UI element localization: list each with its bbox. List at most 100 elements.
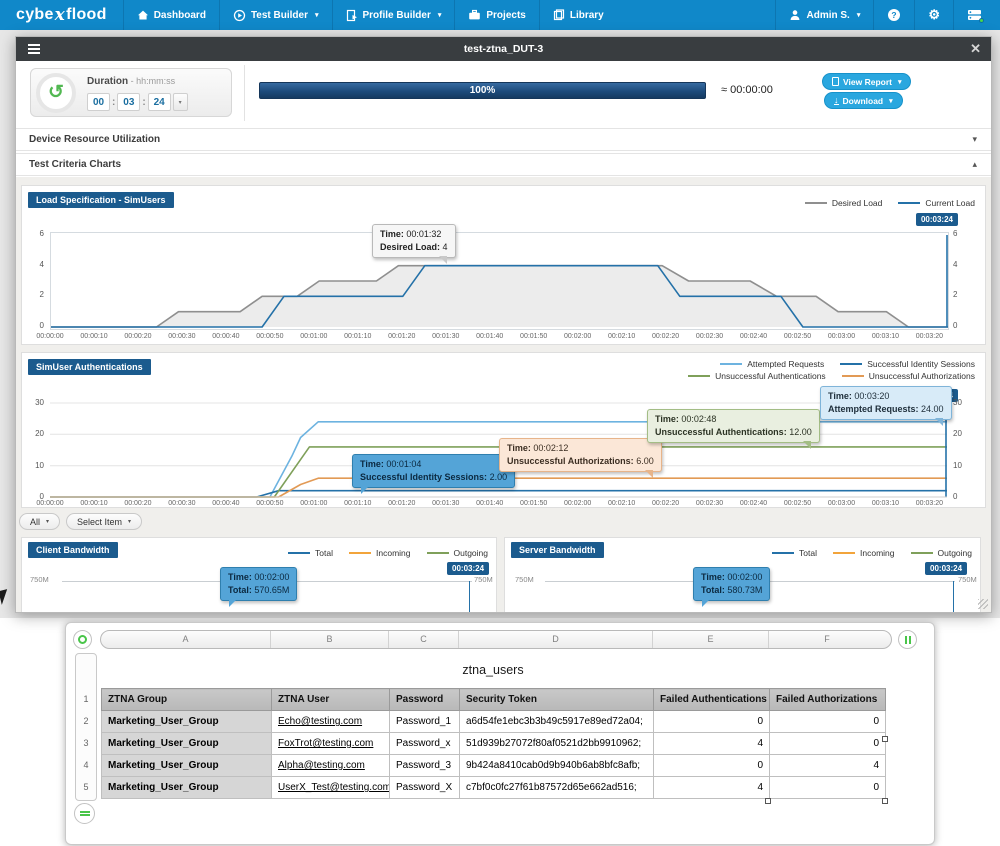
help-button[interactable]: ? [873,0,914,30]
row-number[interactable]: 2 [76,716,96,726]
server-status-icon [967,9,982,21]
download-button[interactable]: ↓ Download▾ [824,92,903,109]
settings-button[interactable]: ⚙ [914,0,953,30]
nav-item-library[interactable]: Library [539,0,617,30]
duration-ss-field[interactable]: 24 [148,93,171,111]
row-number[interactable]: 1 [76,694,96,704]
x-tick-label: 00:00:40 [212,333,239,340]
x-tick-label: 00:01:50 [520,500,547,507]
row-number[interactable]: 5 [76,782,96,792]
pause-button[interactable] [898,630,917,649]
tooltip-client-total: Time: 00:02:00 Total: 570.65M [220,567,297,601]
y-tick-label: 20 [953,429,973,438]
chevron-down-icon: ▾ [315,11,319,19]
chevron-up-icon: ▴ [972,159,977,170]
system-status-button[interactable] [953,0,1000,30]
spreadsheet-cell[interactable]: Echo@testing.com [272,711,390,733]
spreadsheet-cell[interactable]: UserX_Test@testing.com [272,777,390,799]
column-header-cell[interactable]: Security Token [460,689,654,711]
user-name: Admin S. [806,10,849,21]
spreadsheet-cell[interactable]: a6d54fe1ebc3b3b49c5917e89ed72a04; [460,711,654,733]
legend-item: Current Load [898,198,975,208]
column-letter[interactable]: F [769,631,885,648]
close-icon[interactable]: ✕ [970,41,981,57]
column-letter[interactable]: D [459,631,653,648]
spreadsheet-cell[interactable]: 4 [770,755,886,777]
nav-item-dashboard[interactable]: Dashboard [123,0,219,30]
spreadsheet-cell[interactable]: Marketing_User_Group [102,733,272,755]
home-icon [137,9,149,21]
spreadsheet-cell[interactable]: 0 [770,777,886,799]
y-tick-label: 750M [474,575,493,584]
nav-item-profile-builder[interactable]: Profile Builder▾ [332,0,455,30]
user-menu[interactable]: Admin S.▾ [775,0,873,30]
spreadsheet-cell[interactable]: Password_X [390,777,460,799]
menu-icon[interactable] [28,44,40,56]
column-letter[interactable]: A [101,631,271,648]
x-tick-label: 00:02:40 [740,500,767,507]
spreadsheet-cell[interactable]: c7bf0c0fc27f61b87572d65e662ad516; [460,777,654,799]
column-header-cell[interactable]: ZTNA User [272,689,390,711]
x-tick-label: 00:02:30 [696,500,723,507]
spreadsheet-cell[interactable]: 4 [654,733,770,755]
section-device-resource-utilization[interactable]: Device Resource Utilization▾ [16,128,991,151]
spreadsheet-cell[interactable]: Marketing_User_Group [102,711,272,733]
spreadsheet-cell[interactable]: Marketing_User_Group [102,777,272,799]
y-tick-label: 2 [953,290,973,299]
nav-item-projects[interactable]: Projects [454,0,538,30]
spreadsheet-cell[interactable]: 0 [770,733,886,755]
duration-stepper[interactable]: ▾ [173,93,188,111]
spreadsheet-cell[interactable]: 9b424a8410cab0d9b940b6ab8bfc8afb; [460,755,654,777]
spreadsheet-cell[interactable]: 0 [654,711,770,733]
spreadsheet-cell[interactable]: Password_1 [390,711,460,733]
legend-swatch [833,552,855,554]
nav-item-test-builder[interactable]: Test Builder▾ [219,0,332,30]
column-header-cell[interactable]: Password [390,689,460,711]
sheet-menu-button[interactable] [74,803,95,824]
restart-test-button[interactable]: ↺ [36,73,76,113]
spreadsheet-cell[interactable]: Password_3 [390,755,460,777]
selection-handle[interactable] [765,798,771,804]
record-toggle-button[interactable] [73,630,92,649]
column-letter[interactable]: C [389,631,459,648]
duration-mm-field[interactable]: 03 [117,93,140,111]
spreadsheet-cell[interactable]: Password_x [390,733,460,755]
y-tick-label: 10 [24,461,44,470]
duration-widget: ↺ Duration - hh:mm:ss 00: 03: 24 ▾ [30,68,232,117]
column-header-cell[interactable]: Failed Authorizations [770,689,886,711]
section-test-criteria-charts[interactable]: Test Criteria Charts▴ [16,153,991,176]
chevron-down-icon: ▾ [972,134,977,145]
view-report-button[interactable]: View Report▾ [822,73,911,90]
duration-hh-field[interactable]: 00 [87,93,110,111]
column-letter[interactable]: E [653,631,769,648]
spreadsheet-cell[interactable]: Alpha@testing.com [272,755,390,777]
spreadsheet-cell[interactable]: 51d939b27072f80af0521d2bb9910962; [460,733,654,755]
y-tick-label: 2 [24,290,44,299]
x-tick-label: 00:00:50 [256,500,283,507]
filter-all-dropdown[interactable]: All▾ [19,513,60,530]
spreadsheet-cell[interactable]: 4 [654,777,770,799]
spreadsheet-cell[interactable]: 0 [654,755,770,777]
x-tick-label: 00:02:00 [564,333,591,340]
selection-handle[interactable] [882,798,888,804]
column-header-cell[interactable]: Failed Authentications [654,689,770,711]
filter-select-item-dropdown[interactable]: Select Item▾ [66,513,142,530]
x-tick-label: 00:01:40 [476,333,503,340]
modal-resize-handle[interactable] [978,599,988,609]
x-tick-label: 00:00:30 [168,500,195,507]
spreadsheet-cell[interactable]: Marketing_User_Group [102,755,272,777]
legend-swatch [720,363,742,365]
brand-logo[interactable]: cybexflood [0,0,123,30]
column-letter[interactable]: B [271,631,389,648]
column-header-cell[interactable]: ZTNA Group [102,689,272,711]
row-number[interactable]: 3 [76,738,96,748]
spreadsheet-cell[interactable]: FoxTrot@testing.com [272,733,390,755]
page-arrow-icon [346,9,358,22]
column-header-bar: ABCDEF [100,630,892,649]
x-tick-label: 00:03:10 [872,333,899,340]
spreadsheet-cell[interactable]: 0 [770,711,886,733]
plot-area[interactable] [50,232,949,330]
row-number[interactable]: 4 [76,760,96,770]
x-tick-label: 00:03:10 [872,500,899,507]
selection-handle[interactable] [882,736,888,742]
